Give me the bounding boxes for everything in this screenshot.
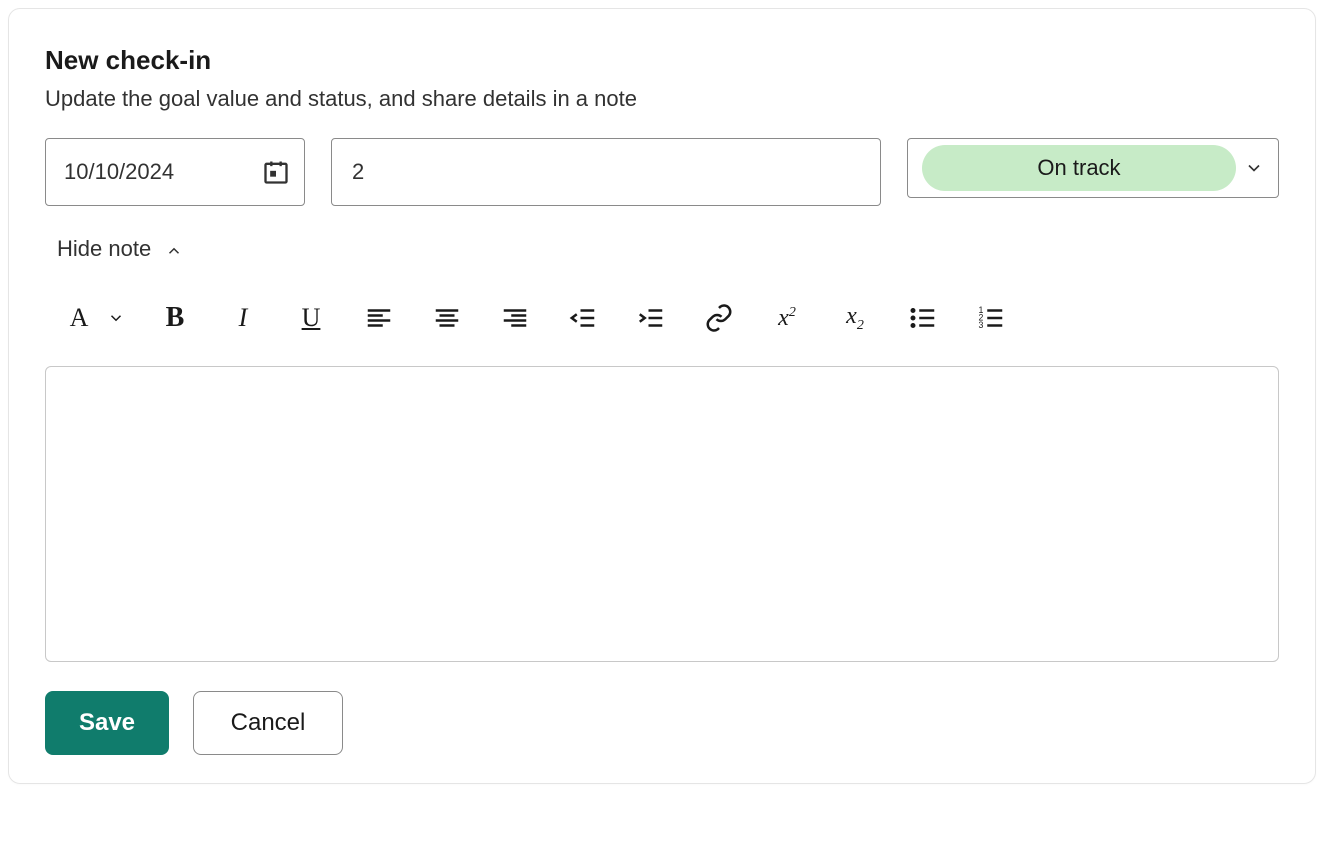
font-color-dropdown-icon[interactable] <box>107 300 125 336</box>
editor-toolbar: A B I U <box>45 300 1279 336</box>
date-value: 10/10/2024 <box>64 159 250 185</box>
svg-text:3: 3 <box>979 320 984 330</box>
align-left-button[interactable] <box>361 300 397 336</box>
cancel-button[interactable]: Cancel <box>193 691 343 755</box>
indent-button[interactable] <box>633 300 669 336</box>
font-color-button[interactable]: A <box>61 300 97 336</box>
check-in-card: New check-in Update the goal value and s… <box>8 8 1316 784</box>
italic-button[interactable]: I <box>225 300 261 336</box>
numbered-list-button[interactable]: 1 2 3 <box>973 300 1009 336</box>
save-button[interactable]: Save <box>45 691 169 755</box>
goal-value-input[interactable] <box>331 138 881 206</box>
bold-button[interactable]: B <box>157 300 193 336</box>
button-row: Save Cancel <box>45 691 1279 755</box>
calendar-icon[interactable] <box>262 158 290 186</box>
status-pill: On track <box>922 145 1236 191</box>
hide-note-toggle[interactable]: Hide note <box>53 230 187 268</box>
card-title: New check-in <box>45 45 1279 76</box>
link-button[interactable] <box>701 300 737 336</box>
date-field[interactable]: 10/10/2024 <box>45 138 305 206</box>
underline-button[interactable]: U <box>293 300 329 336</box>
card-subtitle: Update the goal value and status, and sh… <box>45 86 1279 112</box>
note-textarea[interactable] <box>45 366 1279 662</box>
bullet-list-button[interactable] <box>905 300 941 336</box>
input-row: 10/10/2024 On track <box>45 138 1279 206</box>
superscript-button[interactable]: x2 <box>769 300 805 336</box>
subscript-button[interactable]: x2 <box>837 300 873 336</box>
hide-note-label: Hide note <box>57 236 151 262</box>
chevron-down-icon <box>1244 158 1264 178</box>
align-right-button[interactable] <box>497 300 533 336</box>
status-dropdown[interactable]: On track <box>907 138 1279 198</box>
status-label: On track <box>1037 155 1120 181</box>
align-center-button[interactable] <box>429 300 465 336</box>
chevron-up-icon <box>165 240 183 258</box>
outdent-button[interactable] <box>565 300 601 336</box>
